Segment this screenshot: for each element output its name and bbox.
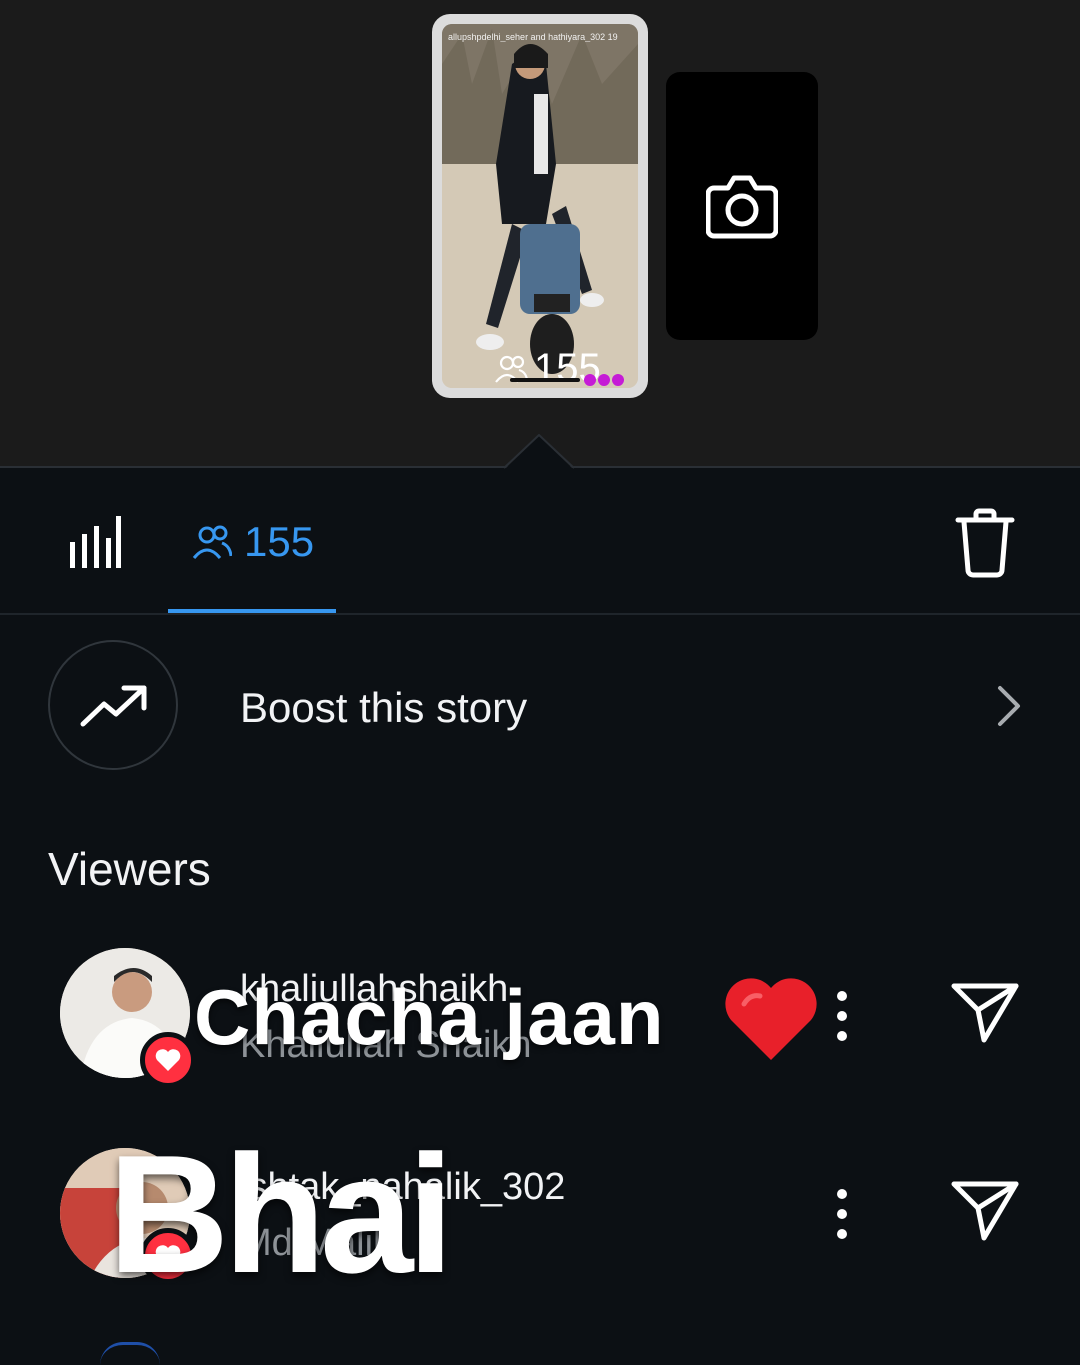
story-emoji-stickers [584, 374, 624, 386]
story-thumbnail[interactable]: allupshpdelhi_seher and hathiyara_302 19… [432, 14, 648, 398]
next-viewer-avatar-edge [100, 1342, 160, 1365]
liked-badge [140, 1032, 196, 1088]
camera-icon [706, 175, 778, 239]
story-caption: allupshpdelhi_seher and hathiyara_302 19 [448, 32, 618, 42]
tab-viewers[interactable]: 155 [192, 518, 314, 566]
heart-icon [155, 1049, 181, 1071]
overlay-text-chacha: Chacha jaan [194, 973, 665, 1061]
viewers-heading: Viewers [48, 843, 211, 895]
tab-insights[interactable] [70, 514, 122, 575]
overlay-text-bhai: Bhai [108, 1120, 454, 1308]
viewers-tab-icon [192, 525, 232, 559]
story-photo-scene [442, 24, 638, 388]
story-photo: allupshpdelhi_seher and hathiyara_302 19… [442, 24, 638, 388]
more-options-icon[interactable] [832, 1184, 852, 1244]
trending-up-icon [80, 685, 147, 727]
panel-caret [504, 434, 574, 470]
chevron-right-icon[interactable] [994, 684, 1024, 728]
more-options-icon[interactable] [832, 986, 852, 1046]
delete-story-button[interactable] [954, 508, 1016, 583]
send-message-icon[interactable] [950, 1178, 1020, 1242]
tab-viewers-count: 155 [244, 518, 315, 565]
bar-chart-icon [70, 516, 121, 568]
boost-icon-circle[interactable] [48, 640, 178, 770]
red-heart-emoji-icon [725, 978, 817, 1060]
tabs-divider [0, 613, 1080, 615]
story-progress-bar [510, 378, 580, 382]
add-story-tile[interactable] [666, 72, 818, 340]
boost-story-button[interactable]: Boost this story [240, 684, 527, 732]
trash-icon [955, 508, 1015, 578]
send-message-icon[interactable] [950, 980, 1020, 1044]
